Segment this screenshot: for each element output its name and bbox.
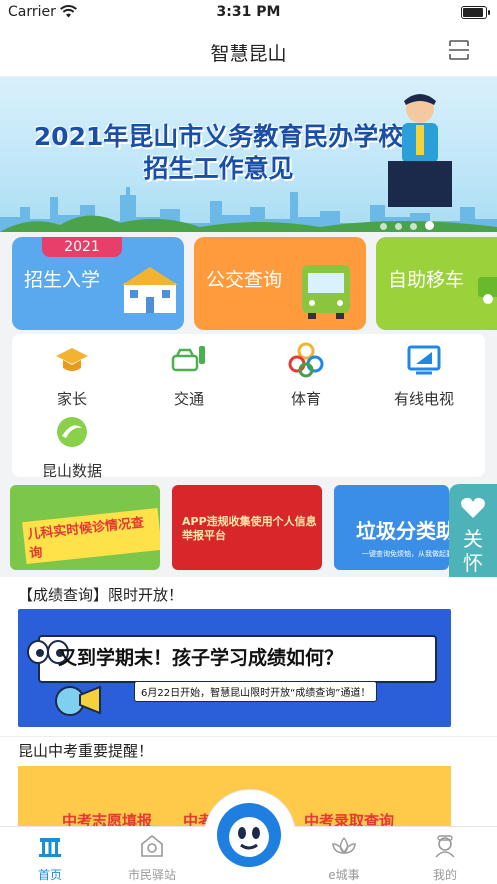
service-data-label: 昆山数据: [41, 462, 102, 480]
data-swirl-icon: [57, 417, 87, 447]
news-sub-1: 6月22日开始，智慧昆山限时开放“成绩查询”通道！: [134, 681, 378, 702]
tab-profile[interactable]: 我的: [405, 833, 485, 883]
school-icon: [122, 267, 178, 313]
tab-home[interactable]: 首页: [10, 833, 90, 883]
tab-ecity-label: e城事: [328, 868, 360, 882]
service-sports[interactable]: 体育: [256, 342, 356, 409]
service-data[interactable]: 昆山数据: [22, 414, 122, 481]
bus-icon: [302, 265, 350, 319]
promo-garbage-sub: 一键查询免烦恼，从我做起要环保: [362, 550, 449, 558]
banner-carousel[interactable]: 2021年昆山市义务教育民办学校 招生工作意见: [0, 77, 497, 232]
tab-station[interactable]: 市民驿站: [112, 833, 192, 883]
tile-move-car-label: 自助移车: [388, 269, 465, 291]
promo-garbage[interactable]: 垃圾分类助手 一键查询免烦恼，从我做起要环保: [334, 485, 449, 570]
news-title-1[interactable]: 【成绩查询】限时开放！: [18, 584, 183, 605]
news2-item-1: 中考志愿填报: [62, 812, 153, 826]
tow-truck-icon: [478, 277, 497, 304]
tile-bus-label: 公交查询: [206, 269, 283, 291]
station-icon: [141, 834, 163, 857]
carousel-dot[interactable]: [380, 223, 387, 230]
carousel-dot[interactable]: [425, 221, 434, 230]
profile-icon: [435, 835, 455, 858]
year-tag: 2021: [42, 237, 122, 257]
carousel-dot[interactable]: [410, 223, 417, 230]
service-parent[interactable]: 家长: [22, 342, 122, 409]
heart-icon: [461, 497, 485, 518]
promo-pediatric-text: 儿科实时候诊情况查询: [22, 508, 160, 564]
nav-bar: 智慧昆山: [0, 26, 497, 77]
carousel-dot[interactable]: [395, 223, 402, 230]
news-title-2[interactable]: 昆山中考重要提醒！: [18, 740, 153, 761]
news-headline-1: 又到学期末！孩子学习成绩如何？: [58, 647, 344, 669]
service-cable-tv[interactable]: 有线电视: [374, 342, 474, 409]
service-sports-label: 体育: [290, 390, 321, 408]
tab-home-label: 首页: [37, 868, 62, 882]
battery-icon: [461, 6, 490, 19]
tab-profile-label: 我的: [432, 868, 457, 882]
car-traffic-light-icon: [171, 346, 205, 372]
carousel-dots: [380, 215, 442, 232]
megaphone-mascot-icon: [55, 685, 101, 716]
tab-station-label: 市民驿站: [127, 868, 176, 882]
tile-move-car[interactable]: 自助移车: [376, 237, 497, 330]
tile-bus[interactable]: 公交查询: [194, 237, 366, 330]
sports-rings-icon: [288, 342, 324, 378]
news-image-1[interactable]: 又到学期末！孩子学习成绩如何？ 6月22日开始，智慧昆山限时开放“成绩查询”通道…: [18, 609, 451, 727]
tile-enrollment[interactable]: 2021 招生入学: [12, 237, 184, 330]
tv-icon: [407, 345, 441, 375]
promo-pediatric[interactable]: 儿科实时候诊情况查询: [10, 485, 160, 570]
lotus-icon: [332, 836, 356, 854]
page-title: 智慧昆山: [210, 43, 287, 65]
tile-enrollment-label: 招生入学: [24, 269, 101, 291]
status-bar: Carrier 3:31 PM: [0, 0, 497, 26]
service-cable-tv-label: 有线电视: [393, 390, 454, 408]
promo-app-report[interactable]: APP违规收集使用个人信息举报平台: [172, 485, 322, 570]
service-grid: 家长 交通 体育 有线电视 昆山数据: [12, 334, 485, 480]
graduation-cap-icon: [56, 348, 88, 371]
tab-ecity[interactable]: e城事: [304, 833, 384, 883]
service-parent-label: 家长: [56, 390, 87, 408]
clock: 3:31 PM: [216, 4, 281, 20]
service-traffic-label: 交通: [173, 390, 204, 408]
promo-garbage-text: 垃圾分类助手: [356, 519, 449, 543]
promo-app-report-text: APP违规收集使用个人信息举报平台: [182, 515, 317, 542]
news2-item-3: 中考录取查询: [304, 812, 395, 826]
mascot-icon[interactable]: [217, 803, 281, 867]
service-traffic[interactable]: 交通: [139, 342, 239, 409]
scan-icon[interactable]: [449, 40, 469, 60]
home-icon: [39, 838, 61, 857]
mascot-face-icon: [229, 817, 269, 857]
